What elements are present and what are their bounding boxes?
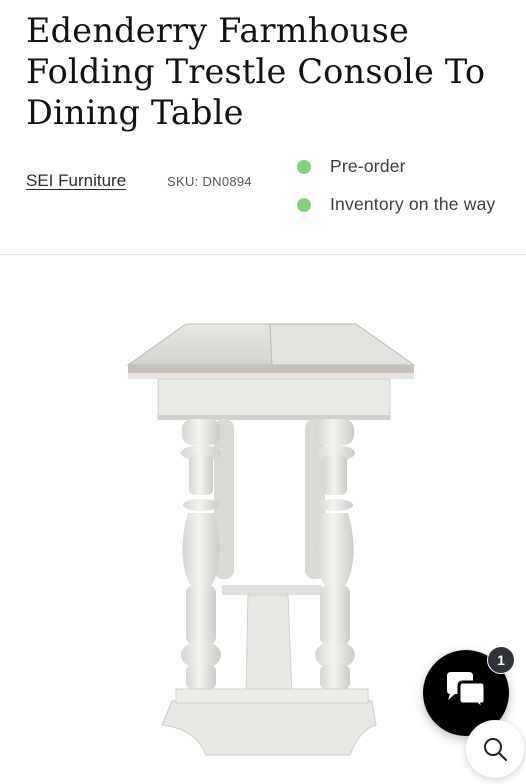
- product-title: Edenderry Farmhouse Folding Trestle Cons…: [26, 11, 486, 132]
- search-button[interactable]: [466, 720, 524, 778]
- status-preorder: Pre-order: [297, 156, 406, 177]
- status-inventory: Inventory on the way: [297, 194, 495, 215]
- vendor-link[interactable]: SEI Furniture: [26, 171, 126, 191]
- search-icon: [484, 738, 507, 761]
- status-dot-icon: [297, 197, 311, 212]
- chat-badge: 1: [487, 646, 515, 674]
- chat-bubbles-icon: [447, 672, 487, 714]
- sku-label: SKU: DN0894: [167, 174, 252, 189]
- status-dot-icon: [297, 159, 311, 174]
- status-preorder-label: Pre-order: [330, 156, 406, 176]
- status-inventory-label: Inventory on the way: [330, 194, 496, 214]
